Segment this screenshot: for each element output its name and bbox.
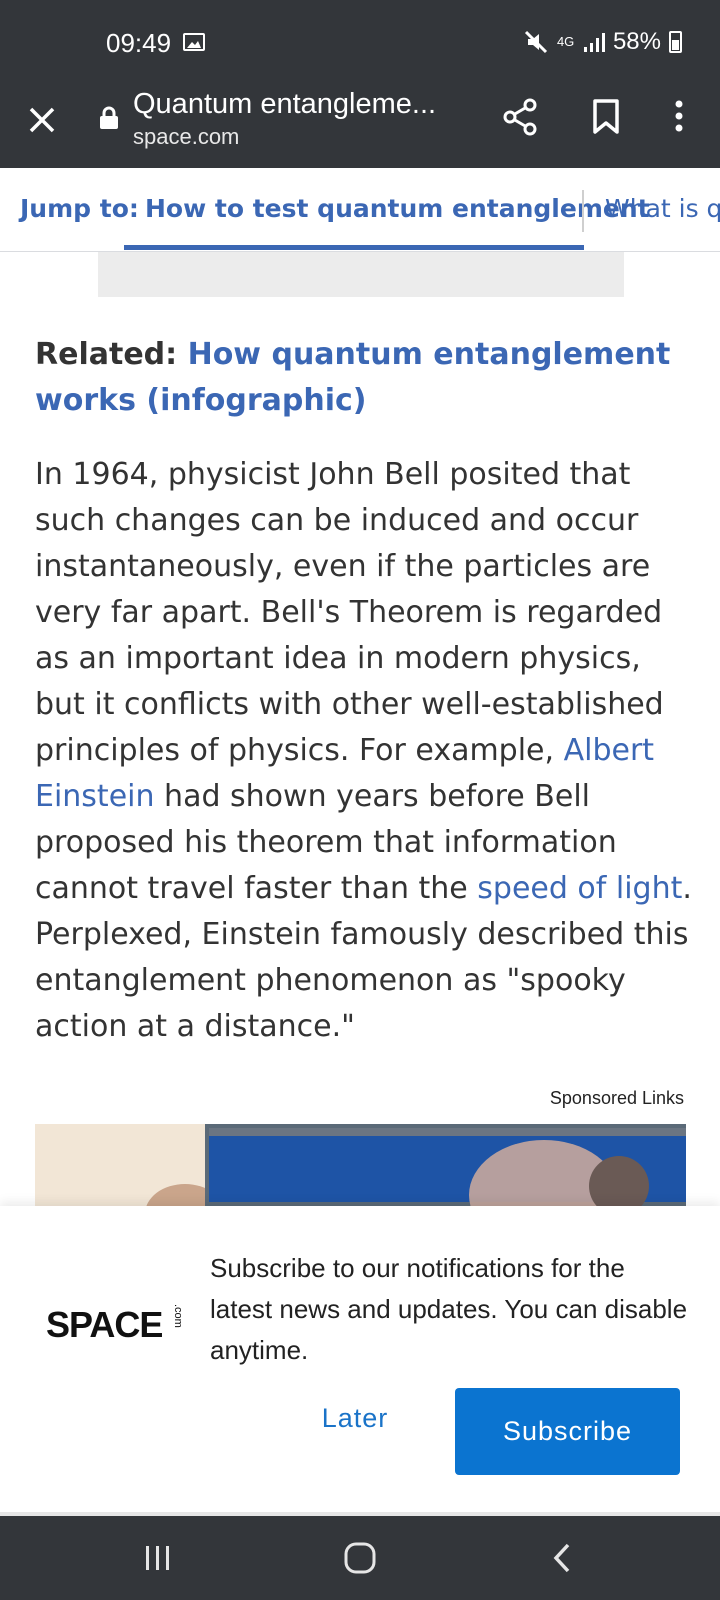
sponsored-label: Sponsored Links: [549, 1088, 684, 1108]
notification-prompt: SPACE .com Subscribe to our notification…: [0, 1206, 720, 1512]
jump-tab-what-is[interactable]: What is qu: [605, 194, 720, 223]
page-title[interactable]: Quantum entangleme...: [133, 88, 436, 121]
system-nav-bar: [0, 1516, 720, 1600]
space-logo: SPACE .com: [46, 1298, 186, 1348]
later-button[interactable]: Later: [300, 1386, 410, 1450]
close-button[interactable]: [22, 100, 62, 140]
browser-toolbar: Quantum entangleme... space.com: [0, 88, 720, 168]
battery-icon: [669, 31, 682, 53]
active-tab-indicator: [124, 245, 584, 250]
bookmark-button[interactable]: [588, 96, 624, 138]
article-paragraph: In 1964, physicist John Bell posited tha…: [35, 452, 695, 1050]
paragraph-text-1: In 1964, physicist John Bell posited tha…: [35, 457, 664, 768]
jump-to-label: Jump to:: [20, 194, 139, 223]
notification-message: Subscribe to our notifications for the l…: [210, 1253, 688, 1365]
share-icon: [503, 98, 537, 136]
tab-divider: [582, 190, 584, 232]
jump-tab-test-entanglement[interactable]: How to test quantum entanglement: [145, 194, 650, 223]
status-time: 09:49: [106, 28, 172, 58]
back-button[interactable]: [532, 1532, 592, 1584]
mute-icon: [524, 30, 548, 54]
bookmark-icon: [593, 99, 619, 134]
jump-to-bar: Jump to: How to test quantum entanglemen…: [0, 168, 720, 252]
lock-icon: [100, 106, 118, 129]
logo-text: SPACE: [46, 1304, 163, 1345]
more-vert-icon: [675, 100, 683, 132]
more-options-button[interactable]: [664, 96, 694, 138]
related-line: Related: How quantum entanglement works …: [35, 332, 695, 424]
home-icon: [344, 1542, 376, 1574]
speed-of-light-link[interactable]: speed of light: [477, 871, 682, 906]
home-button[interactable]: [330, 1532, 390, 1584]
sponsored-image[interactable]: [35, 1124, 686, 1206]
share-button[interactable]: [500, 96, 542, 138]
ad-placeholder: [98, 252, 624, 297]
gallery-icon: [183, 33, 205, 51]
subscribe-button[interactable]: Subscribe: [455, 1388, 680, 1475]
close-icon: [29, 107, 55, 133]
back-icon: [553, 1543, 570, 1573]
signal-icon: [583, 33, 605, 52]
battery-percent: 58%: [612, 28, 661, 55]
status-indicators: 4G 58%: [523, 28, 682, 56]
status-bar: 09:49 4G 58%: [0, 0, 720, 88]
recent-apps-icon: [146, 1546, 169, 1570]
related-label: Related:: [35, 337, 178, 372]
recent-apps-button[interactable]: [128, 1532, 188, 1584]
sponsored-image-screen: [205, 1124, 686, 1206]
article-body: Related: How quantum entanglement works …: [35, 332, 695, 1050]
page-domain[interactable]: space.com: [133, 124, 239, 150]
network-type: 4G: [556, 34, 575, 49]
logo-suffix: .com: [172, 1304, 184, 1328]
